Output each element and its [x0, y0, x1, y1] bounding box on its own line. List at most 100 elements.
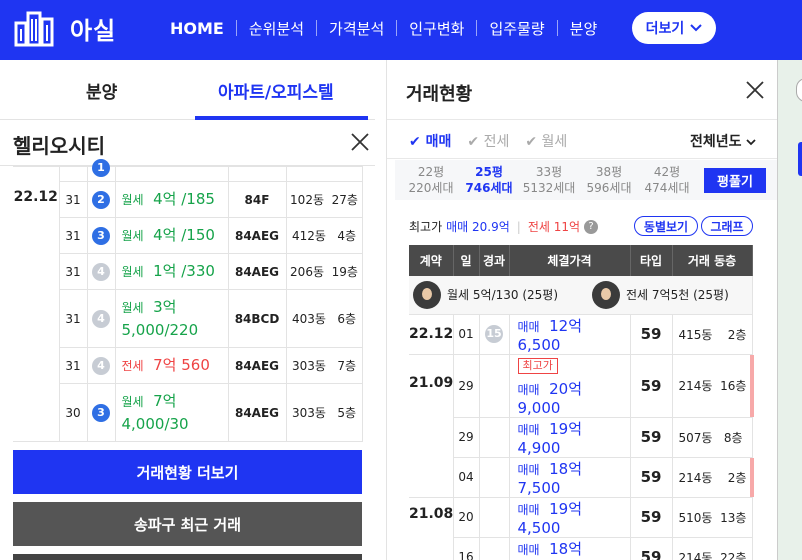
table-row[interactable]: 31 4 전세 7억 560 84AEG 303동 7층	[13, 347, 363, 384]
table-row[interactable]: 31 4 월세 3억 5,000/220 84BCD 403동 6층	[13, 289, 363, 348]
elapsed-cell	[479, 497, 510, 538]
nav-population[interactable]: 인구변화	[409, 18, 464, 39]
area-option[interactable]: 42평 474세대	[637, 164, 697, 196]
dong-floor-cell: 214동 2층	[672, 457, 754, 498]
type-cell: 84AEG	[227, 347, 287, 384]
column-header[interactable]: 체결가격	[509, 245, 631, 276]
filter-jeonse[interactable]: ✔ 전세	[467, 131, 509, 151]
panel-title: 거래현황	[406, 84, 473, 105]
check-icon: ✔	[525, 134, 538, 150]
column-header[interactable]: 타입	[630, 245, 673, 276]
price-cell: 매매 18억 9,000	[509, 537, 631, 560]
tab-presale[interactable]: 분양	[86, 78, 117, 103]
map-marker[interactable]	[798, 142, 802, 176]
day-cell: 16	[453, 537, 480, 560]
elapsed-cell	[479, 354, 510, 418]
logo[interactable]: 아실	[14, 9, 116, 47]
order-badge: 4	[92, 262, 110, 281]
price-cell: 매매 18억 7,500	[509, 457, 631, 498]
order-cell: 4	[86, 289, 116, 348]
column-header[interactable]: 계약	[409, 245, 454, 276]
table-row[interactable]: 31 4 월세 1억 /330 84AEG 206동 19층	[13, 253, 363, 290]
price-cell: 월세 3억 5,000/220	[114, 289, 229, 348]
close-icon[interactable]	[745, 80, 765, 100]
nav-supply[interactable]: 입주물량	[489, 18, 544, 39]
type-cell: 84AEG	[227, 383, 287, 442]
dong-floor-cell: 206동 19층	[285, 253, 363, 290]
day-cell: 01	[453, 314, 480, 355]
type-cell	[227, 166, 287, 182]
nav-home[interactable]: HOME	[170, 19, 224, 38]
trade-status-panel: 거래현황 ✔ 매매 ✔ 전세 ✔ 월세 전체년도 22평 220세대 25평 746…	[387, 60, 777, 560]
type-cell: 84AEG	[227, 217, 287, 254]
latest-monthly-text: 월세 5억/130 (25평)	[447, 288, 559, 303]
column-header[interactable]: 일	[453, 245, 480, 276]
order-cell: 1	[86, 159, 116, 182]
day-cell: 04	[453, 457, 480, 498]
area-option[interactable]: 38평 596세대	[579, 164, 639, 196]
type-cell: 59	[630, 537, 673, 560]
close-icon[interactable]	[350, 132, 370, 152]
avatar	[592, 280, 621, 309]
day-cell: 20	[453, 497, 480, 538]
dong-floor-cell: 102동 27층	[285, 181, 363, 218]
column-header[interactable]: 경과	[479, 245, 510, 276]
day-cell: 29	[453, 417, 480, 458]
table-row[interactable]: 04 매매 18억 7,500 59 214동 2층	[409, 457, 754, 498]
order-badge: 1	[92, 159, 110, 177]
check-icon: ✔	[409, 134, 421, 150]
type-cell: 84BCD	[227, 289, 287, 348]
max-price-tag: 최고가	[517, 357, 558, 374]
table-row[interactable]: 31 3 월세 4억 /150 84AEG 412동 4층	[13, 217, 363, 254]
year-select[interactable]: 전체년도	[690, 131, 757, 151]
area-option[interactable]: 22평 220세대	[401, 164, 461, 196]
table-row[interactable]: 16 매매 18억 9,000 59 214동 22층	[409, 537, 753, 560]
day-cell: 31	[58, 253, 88, 290]
nav-divider	[235, 20, 237, 36]
map-control[interactable]	[796, 78, 802, 102]
next-button-partial[interactable]	[13, 554, 362, 560]
nav-ranking[interactable]: 순위분석	[249, 18, 304, 39]
table-row[interactable]: 29 매매 19억 4,900 59 507동 8층	[409, 417, 753, 458]
nav-presale[interactable]: 분양	[570, 18, 598, 39]
order-badge: 3	[92, 403, 110, 422]
table-row[interactable]: 30 3 월세 7억 4,000/30 84AEG 303동 5층	[13, 383, 363, 442]
nav-price-analysis[interactable]: 가격분석	[329, 18, 384, 39]
price-cell	[114, 166, 229, 182]
more-button[interactable]: 더보기	[632, 12, 716, 44]
elapsed-cell: 15	[479, 314, 510, 355]
pyeong-expand-button[interactable]: 평풀기	[704, 168, 766, 193]
tab-apartment-officetel[interactable]: 아파트/오피스텔	[218, 78, 334, 103]
day-cell: 31	[58, 347, 88, 384]
type-cell: 59	[630, 354, 673, 418]
graph-button[interactable]: 그래프	[701, 216, 753, 236]
logo-text: 아실	[70, 16, 117, 45]
table-row[interactable]: 21.08 20 매매 19억 4,500 59 510동 13층	[409, 497, 753, 560]
area-option[interactable]: 33평 5132세대	[519, 164, 579, 196]
chevron-down-icon	[746, 139, 757, 146]
nav-divider	[556, 20, 558, 36]
recent-trades-table: 22.12 1 31 2 월세 4억 /185 84F 102동 27층 31 …	[13, 159, 363, 442]
area-option[interactable]: 25평 746세대	[459, 164, 519, 196]
trade-history-table: 계약 일 경과 체결가격 타입 거래 동층 월세 5억/130 (25평) 전세…	[409, 245, 754, 560]
district-recent-trades-button[interactable]: 송파구 최근 거래	[13, 502, 362, 546]
dong-view-button[interactable]: 동별보기	[634, 216, 698, 236]
day-cell: 31	[58, 289, 88, 348]
column-header[interactable]: 거래 동층	[672, 245, 753, 276]
filter-monthly[interactable]: ✔ 월세	[525, 131, 567, 151]
more-trades-button[interactable]: 거래현황 더보기	[13, 450, 362, 494]
trade-month: 22.12	[13, 189, 58, 205]
elapsed-cell	[479, 417, 510, 458]
dong-floor-cell: 415동 2층	[672, 314, 753, 355]
dong-floor-cell: 403동 6층	[285, 289, 363, 348]
table-row[interactable]: 22.12 1	[13, 159, 363, 442]
elapsed-badge: 15	[485, 325, 503, 343]
table-row[interactable]: 21.09 29 최고가 매매 20억 9,000 59 214동 16층	[409, 354, 754, 498]
order-cell: 4	[86, 253, 116, 290]
help-icon[interactable]: ?	[584, 219, 599, 234]
table-row[interactable]: 31 2 월세 4억 /185 84F 102동 27층	[13, 181, 363, 218]
max-jeonse-price: 전세 11억	[527, 220, 581, 234]
filter-sale[interactable]: ✔ 매매	[409, 131, 451, 151]
table-row[interactable]: 22.12 01 15 매매 12억 6,500 59 415동 2층	[409, 314, 753, 355]
map-area[interactable]	[777, 60, 802, 560]
